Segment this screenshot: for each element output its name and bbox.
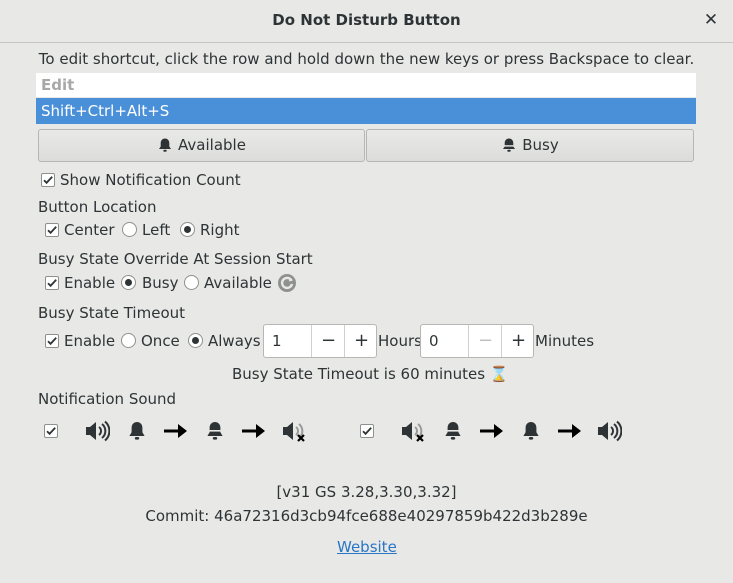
location-left-radio[interactable] [122, 222, 137, 237]
timeout-always-radio[interactable] [188, 333, 203, 348]
bell-icon [523, 422, 539, 440]
minutes-value[interactable]: 0 [429, 332, 439, 350]
location-right-label: Right [200, 221, 240, 239]
override-busy-radio[interactable] [121, 275, 136, 290]
arrow-right-icon [164, 424, 187, 438]
minutes-increment-button[interactable]: + [501, 325, 535, 357]
arrow-right-icon [558, 424, 581, 438]
hours-spinbutton[interactable]: 1 − + [263, 324, 377, 358]
sound-title: Notification Sound [38, 390, 177, 408]
location-left-label: Left [142, 221, 171, 239]
hours-value[interactable]: 1 [272, 332, 282, 350]
show-count-checkbox[interactable] [41, 173, 55, 187]
override-enable-label: Enable [64, 274, 116, 292]
timeout-enable-checkbox[interactable] [45, 334, 59, 348]
title-bar: Do Not Disturb Button ✕ [0, 0, 733, 43]
bell-off-icon [445, 422, 461, 440]
timeout-once-radio[interactable] [121, 333, 136, 348]
available-label: Available [178, 136, 246, 154]
location-right-radio[interactable] [180, 222, 195, 237]
window-title: Do Not Disturb Button [272, 11, 461, 29]
bell-off-icon [503, 138, 516, 152]
override-enable-checkbox[interactable] [45, 276, 59, 290]
bell-icon [129, 422, 145, 440]
hours-increment-button[interactable]: + [344, 325, 378, 357]
shortcut-row[interactable]: Shift+Ctrl+Alt+S [36, 98, 696, 124]
show-count-label: Show Notification Count [60, 171, 241, 189]
shortcut-hint: To edit shortcut, click the row and hold… [38, 50, 695, 68]
timeout-status: Busy State Timeout is 60 minutes ⌛ [232, 365, 509, 383]
timeout-once-label: Once [141, 332, 180, 350]
hourglass-icon: ⌛ [489, 365, 509, 383]
timeout-always-label: Always [208, 332, 261, 350]
bell-icon [159, 138, 172, 152]
location-center-checkbox[interactable] [45, 223, 59, 237]
reset-icon[interactable] [276, 272, 298, 294]
override-available-radio[interactable] [184, 275, 199, 290]
location-center-label: Center [64, 221, 115, 239]
minutes-label: Minutes [535, 332, 595, 350]
close-icon[interactable]: ✕ [701, 9, 721, 31]
sound-busy-checkbox[interactable] [44, 424, 58, 438]
speaker-muted-icon [402, 422, 424, 442]
override-available-label: Available [204, 274, 272, 292]
version-text: [v31 GS 3.28,3.30,3.32] [276, 483, 457, 501]
timeout-status-text: Busy State Timeout is 60 minutes [232, 365, 486, 383]
minutes-decrement-button[interactable]: − [468, 325, 502, 357]
timeout-enable-label: Enable [64, 332, 116, 350]
arrow-right-icon [480, 424, 503, 438]
busy-button[interactable]: Busy [366, 129, 694, 162]
speaker-icon [598, 420, 622, 442]
available-button[interactable]: Available [38, 129, 365, 162]
shortcut-header: Edit [36, 73, 696, 97]
override-title: Busy State Override At Session Start [38, 250, 313, 268]
timeout-title: Busy State Timeout [38, 304, 186, 322]
speaker-icon [86, 420, 110, 442]
busy-label: Busy [522, 136, 559, 154]
arrow-right-icon [242, 424, 265, 438]
hours-decrement-button[interactable]: − [311, 325, 345, 357]
minutes-spinbutton[interactable]: 0 − + [420, 324, 534, 358]
website-link[interactable]: Website [337, 538, 397, 556]
hours-label: Hours [378, 332, 422, 350]
sound-available-checkbox[interactable] [360, 424, 374, 438]
commit-text: Commit: 46a72316d3cb94fce688e40297859b42… [145, 507, 588, 525]
speaker-muted-icon [283, 422, 305, 442]
location-title: Button Location [38, 198, 157, 216]
bell-off-icon [207, 422, 223, 440]
override-busy-label: Busy [142, 274, 179, 292]
